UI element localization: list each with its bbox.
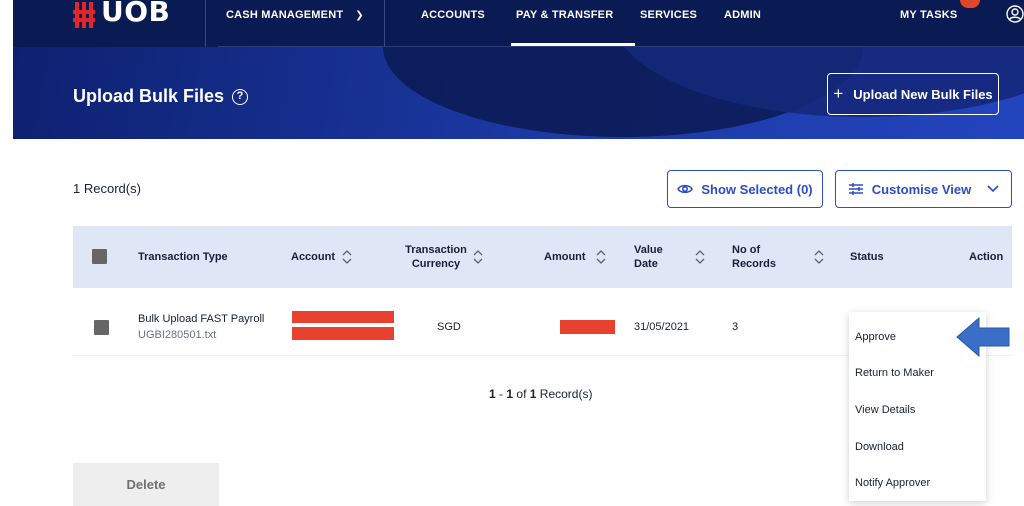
header-status: Status	[850, 251, 884, 263]
header-no-of-records[interactable]: No of Records	[732, 243, 776, 271]
delete-button[interactable]: Delete	[73, 463, 219, 506]
eye-icon	[677, 184, 694, 194]
top-navigation: UOB CASH MANAGEMENT ❯ ACCOUNTS PAY & TRAN…	[13, 0, 1024, 47]
header-amount[interactable]: Amount	[544, 250, 586, 264]
pagination-suffix: Record(s)	[539, 387, 593, 401]
nav-divider	[205, 0, 206, 47]
menu-item-view-details[interactable]: View Details	[855, 404, 915, 416]
logo-text: UOB	[101, 0, 171, 28]
row-no-of-records: 3	[732, 321, 739, 333]
header-transaction-currency-line1: Transaction	[405, 244, 467, 256]
header-no-of-records-line2: Records	[732, 258, 777, 270]
sliders-icon	[848, 183, 863, 195]
show-selected-button[interactable]: Show Selected (0)	[667, 170, 823, 208]
pagination-summary: 1 - 1 of 1 Record(s)	[489, 387, 593, 401]
menu-item-download[interactable]: Download	[855, 441, 904, 453]
sort-icon[interactable]	[695, 250, 705, 264]
row-checkbox[interactable]	[94, 320, 109, 335]
header-transaction-type: Transaction Type	[138, 251, 228, 263]
select-all-checkbox[interactable]	[92, 249, 107, 264]
menu-item-approve[interactable]: Approve	[855, 331, 896, 343]
user-profile-icon[interactable]	[1006, 5, 1024, 23]
nav-cash-management[interactable]: CASH MANAGEMENT ❯	[226, 9, 364, 21]
nav-my-tasks[interactable]: MY TASKS	[900, 9, 957, 21]
nav-services[interactable]: SERVICES	[640, 9, 697, 21]
page-title-text: Upload Bulk Files	[73, 86, 225, 106]
redacted-account-name	[292, 327, 394, 340]
header-transaction-currency[interactable]: Transaction Currency	[404, 243, 468, 271]
pagination-from: 1	[489, 387, 496, 401]
header-value-date-line2: Date	[634, 258, 658, 270]
nav-accounts[interactable]: ACCOUNTS	[421, 9, 485, 21]
plus-icon: +	[833, 84, 844, 103]
menu-item-notify-approver[interactable]: Notify Approver	[855, 477, 930, 489]
row-currency: SGD	[437, 321, 461, 333]
sort-icon[interactable]	[342, 250, 352, 264]
left-arrow-annotation-icon	[956, 316, 1010, 358]
menu-item-return-to-maker[interactable]: Return to Maker	[855, 367, 934, 379]
show-selected-label: Show Selected (0)	[701, 181, 813, 197]
redacted-account-number	[292, 311, 394, 323]
uob-logo[interactable]: UOB	[73, 0, 170, 32]
row-transaction-type: Bulk Upload FAST Payroll	[138, 313, 265, 325]
header-transaction-currency-line2: Currency	[411, 258, 461, 270]
sort-icon[interactable]	[814, 250, 824, 264]
header-action: Action	[969, 251, 1004, 263]
customise-view-button[interactable]: Customise View	[835, 170, 1012, 208]
chevron-down-icon	[987, 185, 999, 193]
header-account[interactable]: Account	[291, 250, 335, 264]
table-header: Transaction Type Account Transaction Cur…	[73, 226, 1012, 288]
record-count: 1 Record(s)	[73, 181, 141, 196]
row-value-date: 31/05/2021	[634, 321, 690, 333]
nav-divider	[384, 0, 385, 47]
nav-pay-transfer[interactable]: PAY & TRANSFER	[516, 9, 613, 21]
header-value-date-line1: Value	[634, 244, 663, 256]
header-value-date[interactable]: Value Date	[634, 243, 663, 271]
page-hero-banner: Upload Bulk Files ? + Upload New Bulk Fi…	[13, 47, 1024, 139]
pagination-total: 1	[529, 387, 537, 401]
notification-badge	[960, 0, 980, 8]
sort-icon[interactable]	[596, 250, 606, 264]
pagination-to: 1	[506, 387, 514, 401]
uob-logo-mark-icon	[73, 2, 95, 28]
nav-admin[interactable]: ADMIN	[724, 9, 761, 21]
redacted-amount	[560, 320, 615, 334]
row-file-name[interactable]: UGBI280501.txt	[138, 329, 216, 341]
sort-icon[interactable]	[473, 250, 483, 264]
header-no-of-records-line1: No of	[732, 244, 761, 256]
chevron-down-icon: ❯	[355, 10, 364, 21]
upload-new-bulk-files-button[interactable]: + Upload New Bulk Files	[827, 73, 999, 115]
customise-view-label: Customise View	[871, 181, 972, 197]
upload-button-label: Upload New Bulk Files	[853, 86, 993, 102]
pagination-of: of	[516, 387, 527, 401]
nav-cash-management-label: CASH MANAGEMENT	[226, 9, 344, 21]
help-icon[interactable]: ?	[232, 88, 249, 105]
page-title: Upload Bulk Files ?	[73, 86, 249, 107]
